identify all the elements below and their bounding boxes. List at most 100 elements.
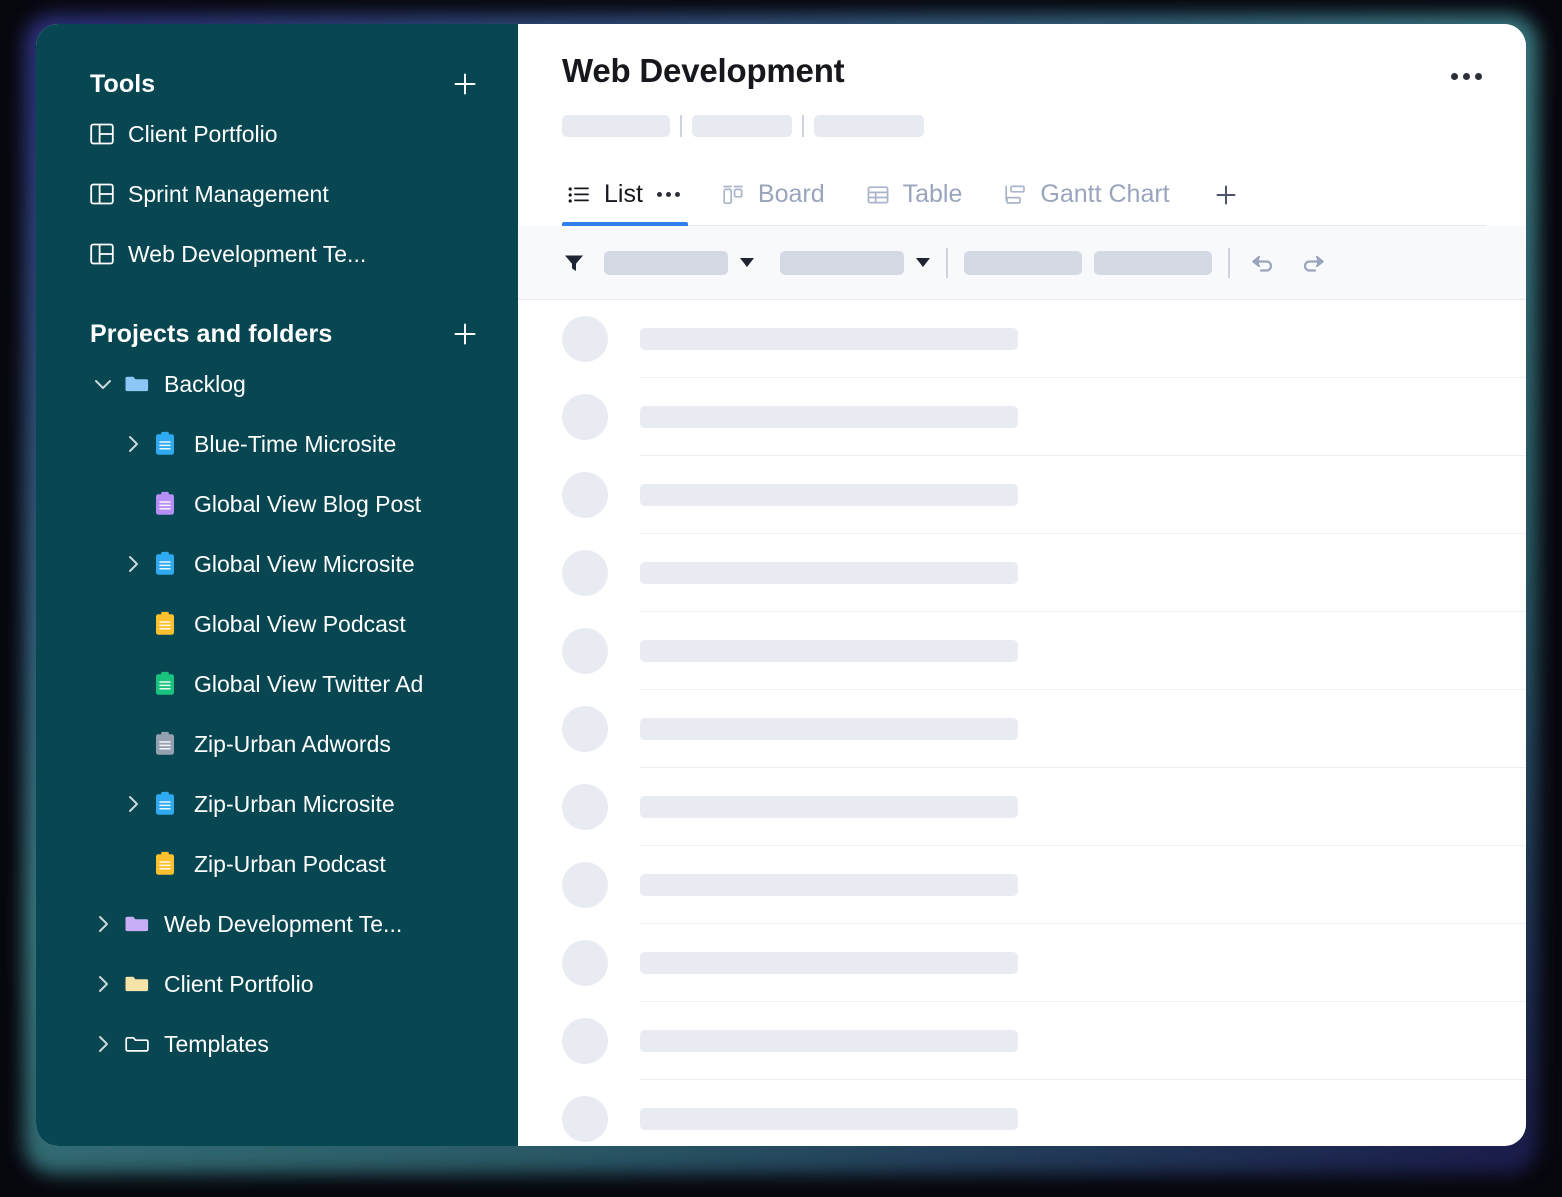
title-row: Web Development xyxy=(562,52,1486,92)
sidebar-project-item[interactable]: Templates xyxy=(36,1014,518,1074)
redo-button[interactable] xyxy=(1296,246,1330,280)
tab-options-icon[interactable] xyxy=(657,192,680,197)
list-icon xyxy=(154,491,180,517)
folder-icon xyxy=(124,971,150,997)
task-title-skeleton xyxy=(640,328,1018,350)
list-icon xyxy=(154,791,176,817)
task-row[interactable] xyxy=(562,534,1526,612)
undo-icon xyxy=(1248,248,1278,278)
breadcrumb-item-skeleton[interactable] xyxy=(562,115,670,137)
avatar xyxy=(562,628,608,674)
list-icon xyxy=(154,491,176,517)
task-row[interactable] xyxy=(562,1080,1526,1146)
tree-toggle-right[interactable] xyxy=(120,791,146,817)
sidebar-project-item[interactable]: Global View Twitter Ad xyxy=(36,654,518,714)
task-row[interactable] xyxy=(562,612,1526,690)
tree-toggle-right[interactable] xyxy=(120,551,146,577)
task-row[interactable] xyxy=(562,300,1526,378)
app-window: Tools Client PortfolioSprint ManagementW… xyxy=(36,24,1526,1146)
sidebar-tool-item[interactable]: Client Portfolio xyxy=(36,104,518,164)
kebab-dot xyxy=(1451,73,1458,80)
sidebar-project-item[interactable]: Global View Podcast xyxy=(36,594,518,654)
list-view-icon xyxy=(567,183,591,207)
breadcrumb-item-skeleton[interactable] xyxy=(814,115,924,137)
sidebar-project-item[interactable]: Client Portfolio xyxy=(36,954,518,1014)
avatar xyxy=(562,550,608,596)
sidebar-project-label: Templates xyxy=(164,1031,269,1058)
gantt-view-icon xyxy=(1003,183,1027,207)
task-title-skeleton xyxy=(640,718,1018,740)
filter-icon xyxy=(562,251,586,275)
task-row[interactable] xyxy=(562,378,1526,456)
task-title-skeleton xyxy=(640,640,1018,662)
task-row[interactable] xyxy=(562,456,1526,534)
task-row[interactable] xyxy=(562,768,1526,846)
sidebar-tool-item[interactable]: Sprint Management xyxy=(36,164,518,224)
toolbar-dropdown[interactable] xyxy=(780,251,930,275)
avatar xyxy=(562,316,608,362)
task-title-skeleton xyxy=(640,1108,1018,1130)
task-row[interactable] xyxy=(562,690,1526,768)
tab-board[interactable]: Board xyxy=(716,172,847,225)
toolbar-action-skeleton[interactable] xyxy=(964,251,1082,275)
toolbar-divider xyxy=(1228,248,1230,278)
sidebar-project-item[interactable]: Global View Blog Post xyxy=(36,474,518,534)
tab-table[interactable]: Table xyxy=(861,172,985,225)
table-view-icon xyxy=(865,182,891,208)
add-project-button[interactable] xyxy=(450,319,480,349)
chevron-right-icon xyxy=(121,432,145,456)
chevron-right-icon xyxy=(91,912,115,936)
sidebar-project-item[interactable]: Web Development Te... xyxy=(36,894,518,954)
toolbar-dropdown[interactable] xyxy=(604,251,754,275)
sidebar-project-item[interactable]: Global View Microsite xyxy=(36,534,518,594)
list-view-icon xyxy=(566,182,592,208)
chevron-down-icon xyxy=(740,258,754,267)
tab-list[interactable]: List xyxy=(562,172,702,225)
sidebar-projects-tree: BacklogBlue-Time MicrositeGlobal View Bl… xyxy=(36,354,518,1074)
plus-icon xyxy=(451,70,479,98)
main-panel: Web Development List Board TableGantt Char… xyxy=(518,24,1526,1146)
tab-label: List xyxy=(604,180,643,209)
list-icon xyxy=(154,551,180,577)
sidebar-project-item[interactable]: Zip-Urban Podcast xyxy=(36,834,518,894)
task-row[interactable] xyxy=(562,1002,1526,1080)
breadcrumb-item-skeleton[interactable] xyxy=(692,115,792,137)
sidebar-tool-item[interactable]: Web Development Te... xyxy=(36,224,518,284)
sidebar-project-label: Web Development Te... xyxy=(164,911,402,938)
sidebar-project-item[interactable]: Zip-Urban Adwords xyxy=(36,714,518,774)
tree-toggle-right[interactable] xyxy=(90,1031,116,1057)
filter-button[interactable] xyxy=(562,250,588,276)
dashboard-icon xyxy=(90,242,114,266)
avatar xyxy=(562,862,608,908)
add-view-button[interactable] xyxy=(1206,175,1246,215)
avatar xyxy=(562,706,608,752)
dashboard-icon xyxy=(90,182,114,206)
folder-icon xyxy=(124,911,150,937)
tree-toggle-right[interactable] xyxy=(90,971,116,997)
toolbar-divider xyxy=(946,248,948,278)
undo-button[interactable] xyxy=(1246,246,1280,280)
folder-outline-icon xyxy=(124,1031,150,1057)
sidebar-project-item[interactable]: Zip-Urban Microsite xyxy=(36,774,518,834)
tab-gantt-chart[interactable]: Gantt Chart xyxy=(998,172,1191,225)
task-row[interactable] xyxy=(562,846,1526,924)
tree-toggle-right[interactable] xyxy=(90,911,116,937)
sidebar-project-label: Zip-Urban Adwords xyxy=(194,731,391,758)
task-title-skeleton xyxy=(640,952,1018,974)
tree-toggle-down[interactable] xyxy=(90,371,116,397)
more-options-button[interactable] xyxy=(1446,60,1486,92)
toolbar-action-skeleton[interactable] xyxy=(1094,251,1212,275)
toolbar-buttons xyxy=(964,251,1212,275)
sidebar-project-item[interactable]: Backlog xyxy=(36,354,518,414)
folder-icon xyxy=(124,371,150,397)
chevron-down-icon xyxy=(916,258,930,267)
add-tool-button[interactable] xyxy=(450,69,480,99)
sidebar-tool-label: Client Portfolio xyxy=(128,121,278,148)
chevron-right-icon xyxy=(91,972,115,996)
sidebar-project-item[interactable]: Blue-Time Microsite xyxy=(36,414,518,474)
task-row[interactable] xyxy=(562,924,1526,1002)
breadcrumb-divider xyxy=(680,115,682,137)
sidebar-project-label: Zip-Urban Podcast xyxy=(194,851,386,878)
tree-toggle-right[interactable] xyxy=(120,431,146,457)
dashboard-icon xyxy=(90,122,114,146)
